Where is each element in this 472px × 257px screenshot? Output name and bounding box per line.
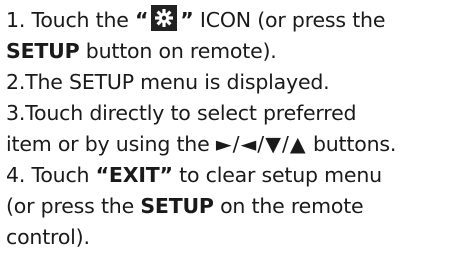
step2-text: 2.The SETUP menu is displayed. bbox=[6, 70, 330, 94]
step1-suffix: ICON (or press the bbox=[193, 8, 386, 32]
gear-icon bbox=[151, 5, 178, 31]
step3-line2-end: buttons. bbox=[306, 132, 397, 156]
setup-keyword: SETUP bbox=[6, 39, 80, 63]
step3-line1: 3.Touch directly to select preferred bbox=[6, 98, 472, 129]
step1-cont-rest: button on remote). bbox=[79, 39, 277, 63]
step3-line2-start: item or by using the bbox=[6, 132, 216, 156]
setup-keyword-2: SETUP bbox=[140, 194, 214, 218]
step4-suffix: to clear setup menu bbox=[172, 163, 382, 187]
step2-line: 2.The SETUP menu is displayed. bbox=[6, 67, 472, 98]
open-quote: “ bbox=[135, 8, 149, 32]
step4-line1: 4. Touch “EXIT” to clear setup menu bbox=[6, 160, 472, 191]
setup-instructions: 1. Touch the “ ” ICON (or press the SETUP… bbox=[6, 5, 472, 253]
exit-keyword: “EXIT” bbox=[95, 163, 173, 187]
step4-line2-start: (or press the bbox=[6, 194, 141, 218]
step1-prefix: 1. Touch the bbox=[6, 8, 135, 32]
step4-line2: (or press the SETUP on the remote bbox=[6, 191, 472, 222]
step3-text: 3.Touch directly to select preferred bbox=[6, 101, 357, 125]
arrow-buttons: ►/◄/▼/▲ bbox=[215, 132, 307, 156]
step1-line1: 1. Touch the “ ” ICON (or press the bbox=[6, 5, 472, 36]
step4-line2-end: on the remote bbox=[213, 194, 364, 218]
step4-line3: control). bbox=[6, 222, 472, 253]
step4-line3-text: control). bbox=[6, 225, 90, 249]
close-quote: ” bbox=[180, 8, 194, 32]
step3-line2: item or by using the ►/◄/▼/▲ buttons. bbox=[6, 129, 472, 160]
step4-prefix: 4. Touch bbox=[6, 163, 96, 187]
step1-line2: SETUP button on remote). bbox=[6, 36, 472, 67]
